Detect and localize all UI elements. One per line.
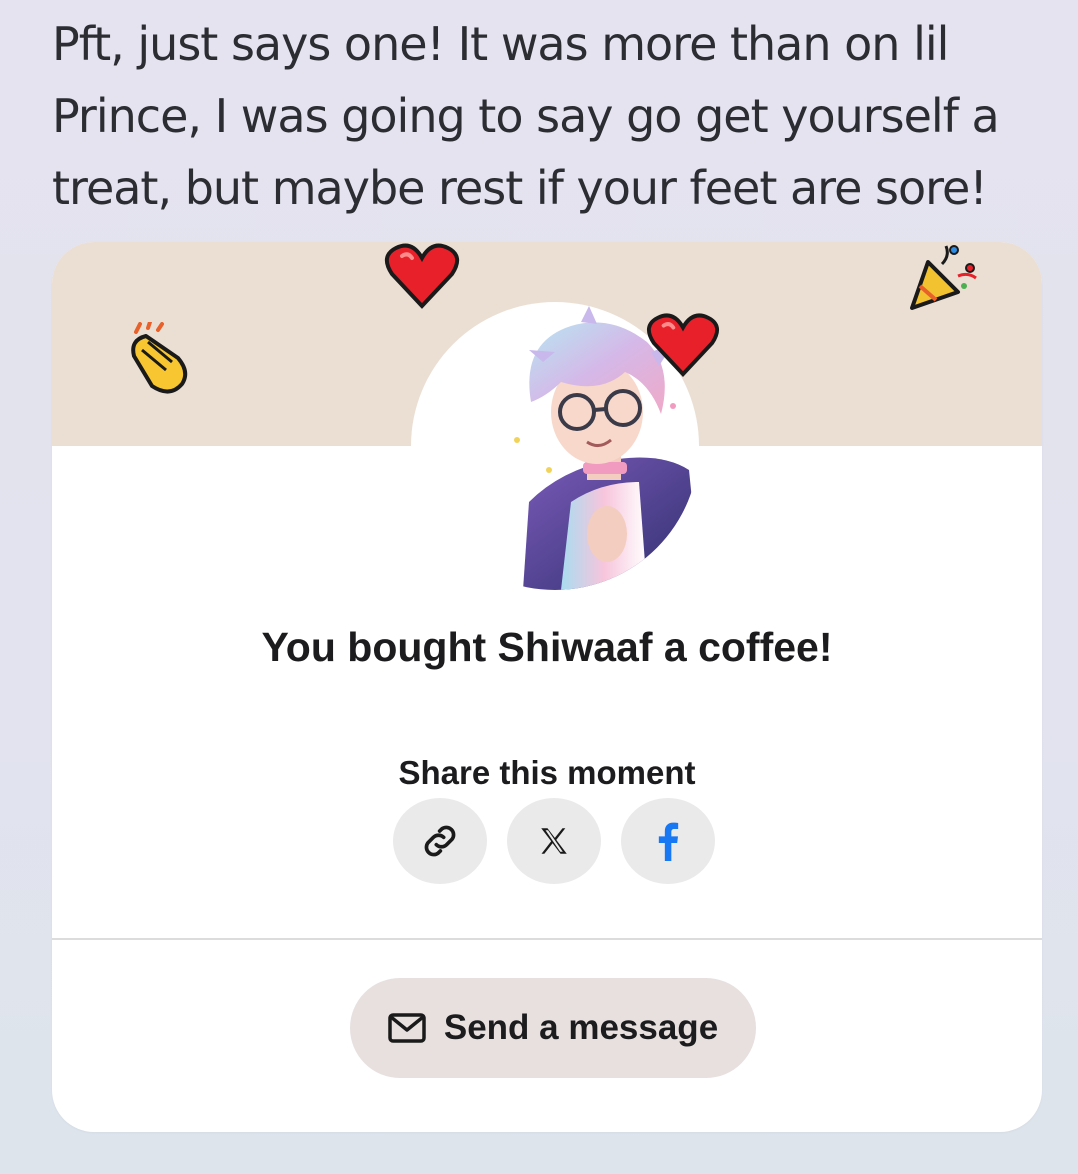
share-buttons	[393, 798, 715, 886]
share-label: Share this moment	[398, 754, 696, 791]
facebook-icon	[658, 822, 679, 861]
chat-message-text: Pft, just says one! It was more than on …	[52, 17, 1000, 215]
link-icon	[424, 825, 456, 857]
x-logo-icon	[541, 828, 567, 854]
envelope-icon	[388, 1013, 426, 1043]
send-message-label: Send a message	[443, 1008, 719, 1047]
purchase-confirmation-card: You bought Shiwaaf a coffee! Share this …	[52, 242, 1042, 1132]
party-popper-icon	[910, 245, 977, 310]
heart-icon	[647, 313, 719, 377]
share-facebook-button[interactable]	[621, 798, 715, 884]
confirmation-title: You bought Shiwaaf a coffee!	[261, 624, 833, 670]
heart-icon	[384, 243, 460, 309]
send-message-button[interactable]: Send a message	[350, 978, 756, 1078]
copy-link-button[interactable]	[393, 798, 487, 884]
share-x-button[interactable]	[507, 798, 601, 884]
card-divider	[52, 938, 1042, 940]
clapping-hands-icon	[131, 322, 188, 394]
